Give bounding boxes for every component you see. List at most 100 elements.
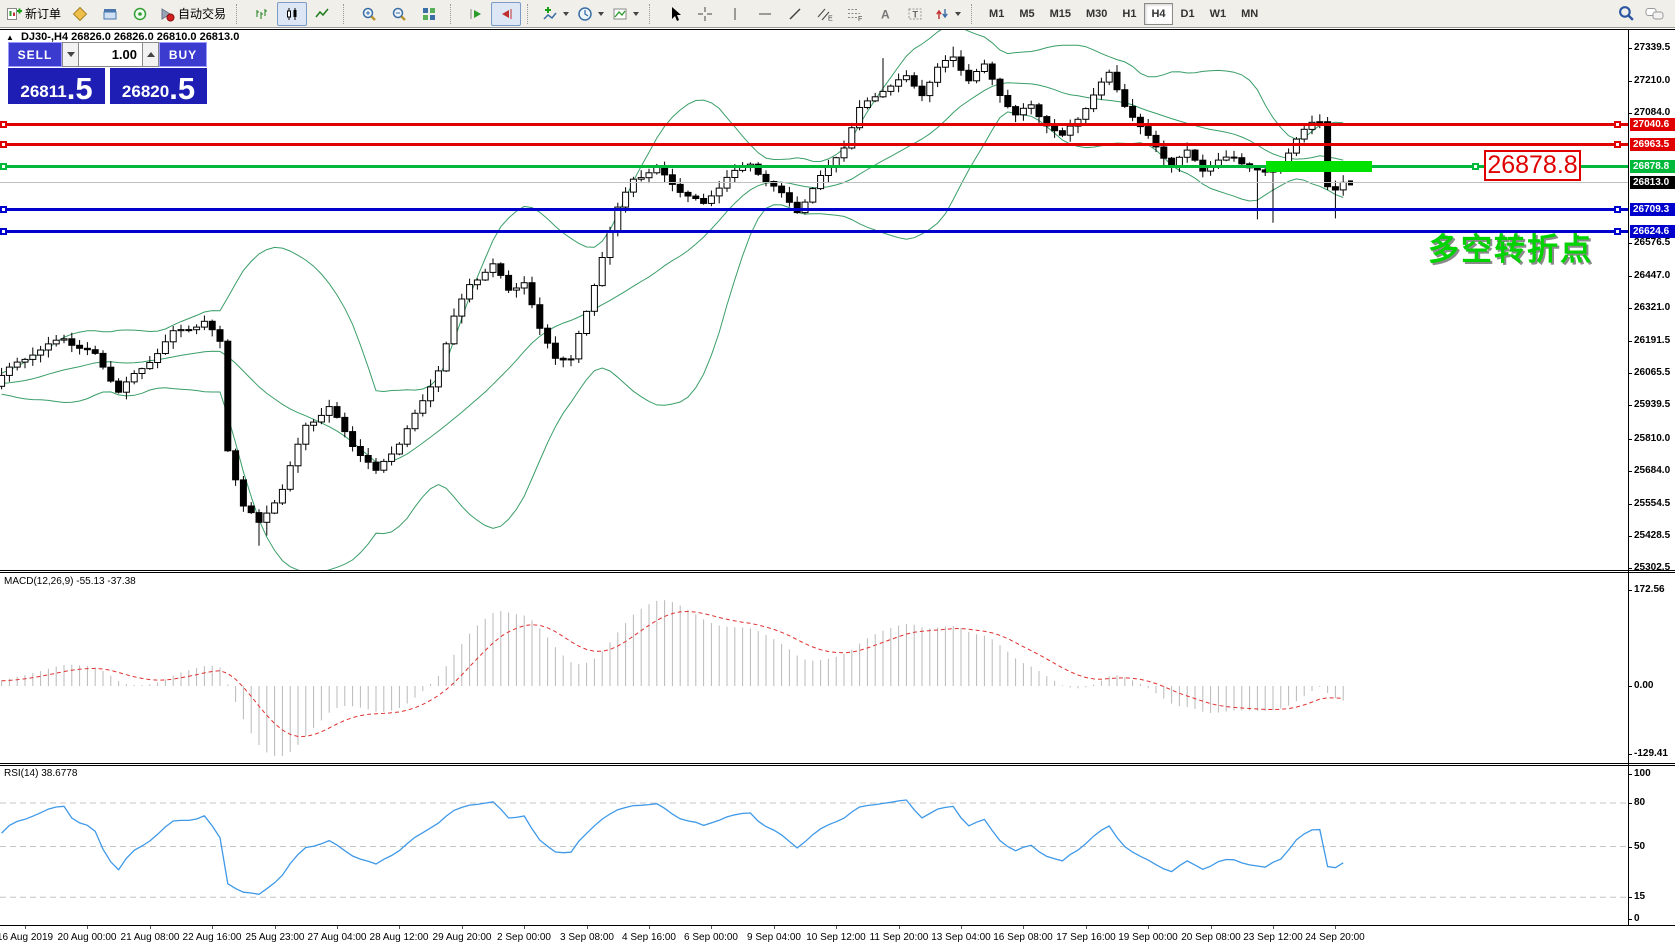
level-price-label: 26878.8: [1630, 160, 1675, 173]
pane-separator[interactable]: [0, 765, 1675, 766]
time-axis-label: 17 Sep 16:00: [1056, 932, 1116, 943]
line-handle[interactable]: [0, 206, 7, 213]
timeframe-mn-button[interactable]: MN: [1234, 3, 1265, 25]
fibonacci-tool-button[interactable]: F: [840, 2, 870, 26]
chat-icon[interactable]: [1645, 6, 1665, 22]
time-axis-tick: [524, 926, 525, 929]
macd-label: MACD(12,26,9) -55.13 -37.38: [4, 576, 136, 587]
arrows-tool-button[interactable]: [930, 2, 965, 26]
pane-separator[interactable]: [0, 763, 1675, 764]
resistance-line[interactable]: [0, 143, 1628, 146]
buy-price-display[interactable]: 26820.5: [110, 68, 207, 104]
time-axis-tick: [212, 926, 213, 929]
price-axis-tick-label: 27210.0: [1634, 75, 1670, 87]
timeframe-m15-button[interactable]: M15: [1043, 3, 1078, 25]
chart-shift-icon: [498, 6, 514, 22]
rsi-axis-label: 50: [1634, 841, 1645, 853]
volume-input[interactable]: 1.00: [79, 42, 142, 67]
line-handle[interactable]: [0, 121, 7, 128]
chart-area[interactable]: 27339.527210.027084.026576.526447.026321…: [0, 28, 1675, 948]
line-handle[interactable]: [1614, 141, 1621, 148]
timeframe-d1-button[interactable]: D1: [1174, 3, 1202, 25]
zoom-out-button[interactable]: [384, 2, 414, 26]
clock-icon: [577, 6, 593, 22]
timeframe-m30-button[interactable]: M30: [1079, 3, 1114, 25]
candlestick-chart-button[interactable]: [277, 2, 307, 26]
vertical-line-tool-button[interactable]: [720, 2, 750, 26]
templates-button[interactable]: [608, 2, 643, 26]
text-label-tool-button[interactable]: T: [900, 2, 930, 26]
equidistant-channel-icon: E: [816, 6, 834, 22]
macd-axis-label: 0.00: [1634, 680, 1653, 692]
time-axis-tick: [1335, 926, 1336, 929]
trendline-icon: [787, 6, 803, 22]
time-axis-label: 6 Sep 00:00: [684, 932, 738, 943]
line-handle[interactable]: [1614, 121, 1621, 128]
auto-trading-button[interactable]: 自动交易: [155, 2, 230, 26]
toolbar-right-group: [1618, 5, 1673, 22]
price-axis-tick: [1628, 48, 1632, 49]
trendline-tool-button[interactable]: [780, 2, 810, 26]
toolbar-separator: [236, 4, 243, 24]
auto-scroll-button[interactable]: [461, 2, 491, 26]
price-axis-border: [1628, 29, 1629, 926]
cursor-tool-button[interactable]: [660, 2, 690, 26]
line-handle[interactable]: [0, 228, 7, 235]
chart-shift-button[interactable]: [491, 2, 521, 26]
time-axis-label: 21 Aug 08:00: [121, 932, 180, 943]
level-price-label: 27040.6: [1630, 118, 1675, 131]
pivot-highlight-rectangle[interactable]: [1266, 161, 1372, 172]
resistance-line[interactable]: [0, 123, 1628, 126]
signals-button[interactable]: [125, 2, 155, 26]
macd-pane[interactable]: [0, 574, 1628, 762]
profiles-icon: [102, 6, 118, 22]
pivot-line[interactable]: [0, 165, 1628, 168]
collapse-panel-icon[interactable]: ▲: [6, 33, 14, 42]
line-handle[interactable]: [0, 141, 7, 148]
volume-decrease-button[interactable]: [62, 42, 79, 67]
price-callout-box[interactable]: 26878.8: [1484, 150, 1581, 181]
main-price-pane[interactable]: [0, 30, 1628, 570]
search-icon[interactable]: [1618, 5, 1635, 22]
sell-button[interactable]: SELL: [8, 42, 62, 67]
timeframe-h1-button[interactable]: H1: [1115, 3, 1143, 25]
pane-separator[interactable]: [0, 570, 1675, 571]
bar-chart-button[interactable]: [247, 2, 277, 26]
support-line[interactable]: [0, 208, 1628, 211]
timeframe-h4-button[interactable]: H4: [1144, 3, 1172, 25]
turning-point-annotation[interactable]: 多空转折点: [1428, 224, 1593, 269]
pane-separator[interactable]: [0, 572, 1675, 573]
timeframe-m5-button[interactable]: M5: [1012, 3, 1041, 25]
line-handle[interactable]: [1614, 228, 1621, 235]
macd-axis-tick: [1628, 754, 1632, 755]
indicators-button[interactable]: [538, 2, 573, 26]
support-line[interactable]: [0, 230, 1628, 233]
tile-windows-button[interactable]: [414, 2, 444, 26]
crosshair-tool-button[interactable]: [690, 2, 720, 26]
profiles-button[interactable]: [95, 2, 125, 26]
price-axis-tick: [1628, 341, 1632, 342]
volume-increase-button[interactable]: [142, 42, 159, 67]
timeframe-w1-button[interactable]: W1: [1203, 3, 1234, 25]
time-axis-label: 4 Sep 16:00: [622, 932, 676, 943]
toolbar: 新订单 自动交易: [0, 0, 1675, 28]
line-handle[interactable]: [1472, 163, 1479, 170]
metaeditor-button[interactable]: [65, 2, 95, 26]
price-axis-tick: [1628, 81, 1632, 82]
rsi-pane[interactable]: [0, 766, 1628, 925]
periods-button[interactable]: [573, 2, 608, 26]
new-order-button[interactable]: 新订单: [2, 2, 65, 26]
zoom-in-button[interactable]: [354, 2, 384, 26]
text-tool-button[interactable]: A: [870, 2, 900, 26]
equidistant-channel-tool-button[interactable]: E: [810, 2, 840, 26]
line-chart-button[interactable]: [307, 2, 337, 26]
line-handle[interactable]: [1614, 206, 1621, 213]
line-handle[interactable]: [0, 163, 7, 170]
timeframe-m1-button[interactable]: M1: [982, 3, 1011, 25]
horizontal-line-tool-button[interactable]: [750, 2, 780, 26]
rsi-axis-tick: [1628, 919, 1632, 920]
time-axis-tick: [1273, 926, 1274, 929]
chart-top-border: [0, 29, 1675, 30]
buy-button[interactable]: BUY: [159, 42, 207, 67]
sell-price-display[interactable]: 26811.5: [8, 68, 105, 104]
